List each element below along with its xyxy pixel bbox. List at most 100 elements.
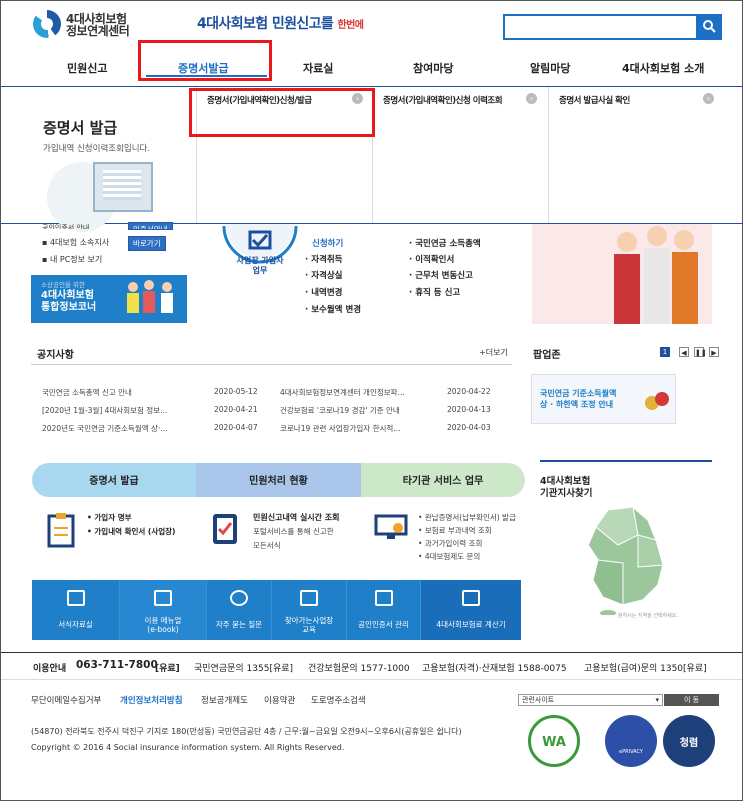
- side-item-cert[interactable]: 공인인증서 안내: [42, 223, 89, 229]
- footer-link-disclosure[interactable]: 정보공개제도: [201, 694, 248, 706]
- biz-link-workplace-label: 근무처 변동신고: [415, 271, 473, 281]
- quick-faq[interactable]: 자주 묻는 질문: [207, 580, 272, 640]
- gnb-item-news[interactable]: 알림마당: [530, 60, 570, 76]
- related-sites-select[interactable]: 관련사이트 ▾: [518, 694, 663, 706]
- notice-more-link[interactable]: +더보기: [479, 347, 508, 358]
- tab-status[interactable]: 민원처리 현황: [196, 463, 361, 497]
- quick-calc-label: 4대사회보험료 계산기: [421, 620, 521, 629]
- notice-item[interactable]: 4대사회보험정보연계센터 개인정보파...: [280, 387, 420, 398]
- header-slogan: 4대사회보험 민원신고를 한번에: [197, 13, 364, 33]
- info-benefit: 고용보험(급여)문의 1350[유료]: [584, 664, 707, 674]
- notice-item[interactable]: 2020년도 국민연금 기준소득월액 상·...: [42, 423, 167, 434]
- svc-other-4-label: 4대보험제도 문의: [424, 552, 481, 561]
- notice-divider: [31, 364, 512, 365]
- biz-link-apply[interactable]: 신청하기: [312, 237, 343, 249]
- eprivacy-badge: ePRIVACY: [605, 715, 657, 767]
- footer-link-email[interactable]: 무단이메일수집거부: [31, 694, 101, 706]
- highlight-box-gnb: [138, 40, 272, 81]
- svc-status-title[interactable]: 민원신고내역 실시간 조회: [253, 512, 340, 523]
- quick-calc-text: 4대사회보험료 계산기: [436, 620, 506, 629]
- tab-other-label: 타기관 서비스 업무: [402, 476, 484, 487]
- notice-item[interactable]: 코로나19 관련 사업장가입자 한시적...: [280, 423, 420, 434]
- gnb-item-participation[interactable]: 참여마당: [413, 60, 453, 76]
- biz-link-leave[interactable]: · 휴직 등 신고: [409, 286, 460, 298]
- banner-big-text: 4대사회보험 통합정보코너: [41, 290, 96, 314]
- korea-map[interactable]: [578, 505, 678, 615]
- svc-history[interactable]: • 가입내역 확인서 (사업장): [87, 526, 175, 537]
- biz-link-transfer[interactable]: · 이적확인서: [409, 253, 454, 265]
- svc-other-2[interactable]: • 보험료 부과내역 조회: [418, 525, 492, 536]
- search-box[interactable]: [503, 14, 722, 40]
- quick-cert-label: 공인인증서 관리: [347, 620, 420, 629]
- quick-manual[interactable]: 이용 메뉴얼 (e-book): [120, 580, 207, 640]
- notice-date: 2020-04-07: [214, 423, 258, 432]
- integrity-badge: 청렴: [663, 715, 715, 767]
- gnb-item-about[interactable]: 4대사회보험 소개: [622, 60, 704, 76]
- side-item-pcinfo[interactable]: ▪ 내 PC정보 보기: [42, 254, 102, 265]
- search-input[interactable]: [505, 16, 690, 38]
- footer-link-privacy[interactable]: 개인정보처리방침: [120, 694, 183, 706]
- gnb-item-library[interactable]: 자료실: [303, 60, 333, 76]
- popup-page-number[interactable]: 1: [660, 347, 670, 357]
- quick-cert-manage[interactable]: 공인인증서 관리: [347, 580, 421, 640]
- info-employment: 고용보험(자격)·산재보험 1588-0075: [422, 664, 567, 674]
- main-navigation: 민원신고 증명서발급 자료실 참여마당 알림마당 4대사회보험 소개: [0, 52, 743, 85]
- quick-faq-label: 자주 묻는 질문: [207, 620, 271, 629]
- biz-link-income[interactable]: · 국민연금 소득총액: [409, 237, 481, 249]
- web-accessibility-badge: WA: [528, 715, 580, 767]
- popup-line2: 상 · 하한액 조정 안내: [540, 400, 614, 409]
- gnb-item-civil[interactable]: 민원신고: [67, 60, 107, 76]
- notice-item[interactable]: 건강보험료 '코로나19 경감' 기준 안내: [280, 405, 420, 416]
- side-item-branch[interactable]: ▪ 4대보험 소속지사: [42, 237, 109, 248]
- footer-address: (54870) 전라북도 전주시 덕진구 기지로 180(만성동) 국민연금공단…: [31, 727, 462, 736]
- notice-item[interactable]: [2020년 1월-3월] 4대사회보험 정보...: [42, 405, 167, 416]
- site-logo[interactable]: 4대사회보험 정보연계센터: [66, 13, 130, 37]
- people-illustration: [127, 280, 173, 313]
- shortcut-button[interactable]: 바로가기: [128, 236, 166, 251]
- quick-manual-label: 이용 메뉴얼 (e-book): [120, 616, 206, 634]
- footer-link-address[interactable]: 도로명주소검색: [311, 694, 366, 706]
- book-icon: [154, 590, 172, 606]
- cert-guide-button[interactable]: 인증서안내: [128, 222, 173, 230]
- monitor-icon: [374, 514, 408, 539]
- biz-link-acquire[interactable]: · 자격취득: [305, 253, 342, 265]
- svc-other-1[interactable]: • 완납증명서(납부확인서) 발급: [418, 512, 516, 523]
- dropdown-title: 증명서 발급: [43, 119, 118, 137]
- quick-menu-bar: 서식자료실 이용 메뉴얼 (e-book) 자주 묻는 질문 찾아가는사업장 교육 …: [32, 580, 521, 640]
- quick-forms-label: 서식자료실: [32, 620, 119, 629]
- biz-link-salary-label: 보수월액 변경: [311, 305, 362, 315]
- biz-link-salary[interactable]: · 보수월액 변경: [305, 303, 361, 315]
- notice-item[interactable]: 국민연금 소득총액 신고 안내: [42, 387, 132, 398]
- go-button[interactable]: 이 동: [664, 694, 719, 706]
- next-icon[interactable]: ▶: [709, 347, 719, 357]
- svc-roster[interactable]: • 가입자 명부: [87, 512, 132, 523]
- footer-link-terms[interactable]: 이용약관: [264, 694, 295, 706]
- biz-link-lose[interactable]: · 자격상실: [305, 269, 342, 281]
- pause-icon[interactable]: ❚❚: [694, 347, 707, 357]
- popup-banner[interactable]: 국민연금 기준소득월액 상 · 하한액 조정 안내: [531, 374, 676, 424]
- prev-icon[interactable]: ◀: [679, 347, 689, 357]
- svc-other-4[interactable]: • 4대보험제도 문의: [418, 551, 480, 562]
- dropdown-col-3[interactable]: 증명서 발급사실 확인 ›: [548, 87, 723, 223]
- biz-link-income-label: 국민연금 소득총액: [415, 239, 481, 249]
- svc-other-3[interactable]: • 과거가입이력 조회: [418, 538, 482, 549]
- tab-other[interactable]: 타기관 서비스 업무: [361, 463, 525, 497]
- search-button[interactable]: [696, 14, 722, 40]
- site-logo-icon[interactable]: [33, 10, 61, 38]
- quick-calculator[interactable]: 4대사회보험료 계산기: [421, 580, 521, 640]
- biz-link-lose-label: 자격상실: [311, 271, 343, 281]
- dropdown-col-2[interactable]: 증명서(가입내역확인)신청 이력조회 ›: [372, 87, 548, 223]
- dropdown-link-history[interactable]: 증명서(가입내역확인)신청 이력조회: [383, 94, 503, 106]
- quick-cert-text: 공인인증서 관리: [358, 620, 409, 629]
- quick-education[interactable]: 찾아가는사업장 교육: [272, 580, 347, 640]
- document-icon: [66, 590, 85, 606]
- quick-forms[interactable]: 서식자료실: [32, 580, 120, 640]
- popup-line1: 국민연금 기준소득월액: [540, 389, 617, 398]
- biz-link-change[interactable]: · 내역변경: [305, 286, 342, 298]
- quick-forms-text: 서식자료실: [58, 620, 93, 629]
- tab-certificate[interactable]: 증명서 발급: [32, 463, 196, 497]
- small-business-banner[interactable]: 소상공인을 위한 4대사회보험 통합정보코너: [31, 275, 187, 323]
- badge-line1: 사업장 가입자: [236, 256, 284, 265]
- biz-link-workplace[interactable]: · 근무처 변동신고: [409, 269, 473, 281]
- dropdown-link-verify[interactable]: 증명서 발급사실 확인: [559, 94, 630, 106]
